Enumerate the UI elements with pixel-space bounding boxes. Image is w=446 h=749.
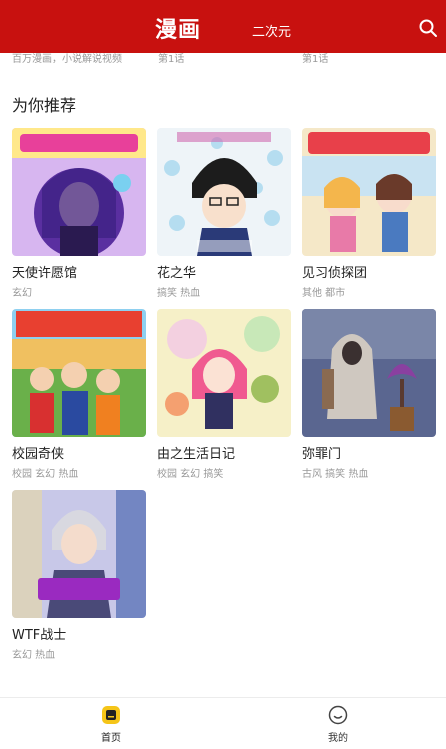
comic-cover[interactable]	[12, 490, 146, 618]
comic-name: 校园奇侠	[12, 447, 65, 462]
comic-card[interactable]: 校园奇侠 校园 玄幻 热血	[12, 309, 146, 480]
header-title[interactable]: 漫画	[0, 12, 401, 44]
cutoff-text: 第1话	[302, 54, 329, 65]
comic-card[interactable]: 花之华 搞笑 热血	[157, 128, 291, 299]
comic-tags: 搞笑 热血	[157, 288, 201, 299]
comic-tags: 其他 都市	[302, 288, 346, 299]
cover-image	[157, 128, 291, 256]
app-header: 漫画 二次元	[0, 0, 446, 54]
bottom-nav: 首页 我的	[0, 697, 446, 749]
comic-cover[interactable]	[302, 128, 436, 256]
cover-image	[302, 309, 436, 437]
cover-image	[157, 309, 291, 437]
nav-mine-label: 我的	[328, 733, 348, 744]
profile-icon	[328, 705, 348, 725]
search-icon[interactable]	[418, 18, 438, 38]
cover-image	[12, 128, 146, 256]
cover-image	[12, 309, 146, 437]
comic-name: 弥罪门	[302, 447, 342, 462]
comic-tags: 校园 玄幻 搞笑	[157, 469, 224, 480]
nav-home[interactable]: 首页	[81, 704, 141, 744]
comic-name: 花之华	[157, 266, 197, 281]
comic-tags: 玄幻	[12, 288, 32, 299]
comic-card[interactable]: 弥罪门 古风 搞笑 热血	[302, 309, 436, 480]
cover-image	[12, 490, 146, 618]
comic-cover[interactable]	[12, 309, 146, 437]
comic-name: 由之生活日记	[157, 447, 236, 462]
nav-mine[interactable]: 我的	[308, 704, 368, 744]
comic-name: WTF战士	[12, 628, 67, 643]
comic-cover[interactable]	[157, 309, 291, 437]
cutoff-text: 第1话	[158, 54, 185, 65]
cover-image	[302, 128, 436, 256]
comic-name: 见习侦探团	[302, 266, 368, 281]
tab-erciyuan[interactable]: 二次元	[252, 21, 291, 40]
home-icon	[102, 706, 120, 724]
comic-card[interactable]: 由之生活日记 校园 玄幻 搞笑	[157, 309, 291, 480]
comic-cover[interactable]	[157, 128, 291, 256]
comic-tags: 古风 搞笑 热血	[302, 469, 369, 480]
comic-tags: 校园 玄幻 热血	[12, 469, 79, 480]
comic-name: 天使许愿馆	[12, 266, 78, 281]
cutoff-text: 百万漫画，小说解说视频	[12, 54, 122, 65]
comic-cover[interactable]	[12, 128, 146, 256]
comic-card[interactable]: 见习侦探团 其他 都市	[302, 128, 436, 299]
comic-tags: 玄幻 热血	[12, 650, 56, 661]
nav-home-label: 首页	[101, 733, 121, 744]
comic-card[interactable]: WTF战士 玄幻 热血	[12, 490, 146, 661]
section-title: 为你推荐	[12, 96, 77, 115]
comic-cover[interactable]	[302, 309, 436, 437]
comic-card[interactable]: 天使许愿馆 玄幻	[12, 128, 146, 299]
previous-row-cutoff: 百万漫画，小说解说视频 第1话 第1话	[0, 53, 446, 67]
